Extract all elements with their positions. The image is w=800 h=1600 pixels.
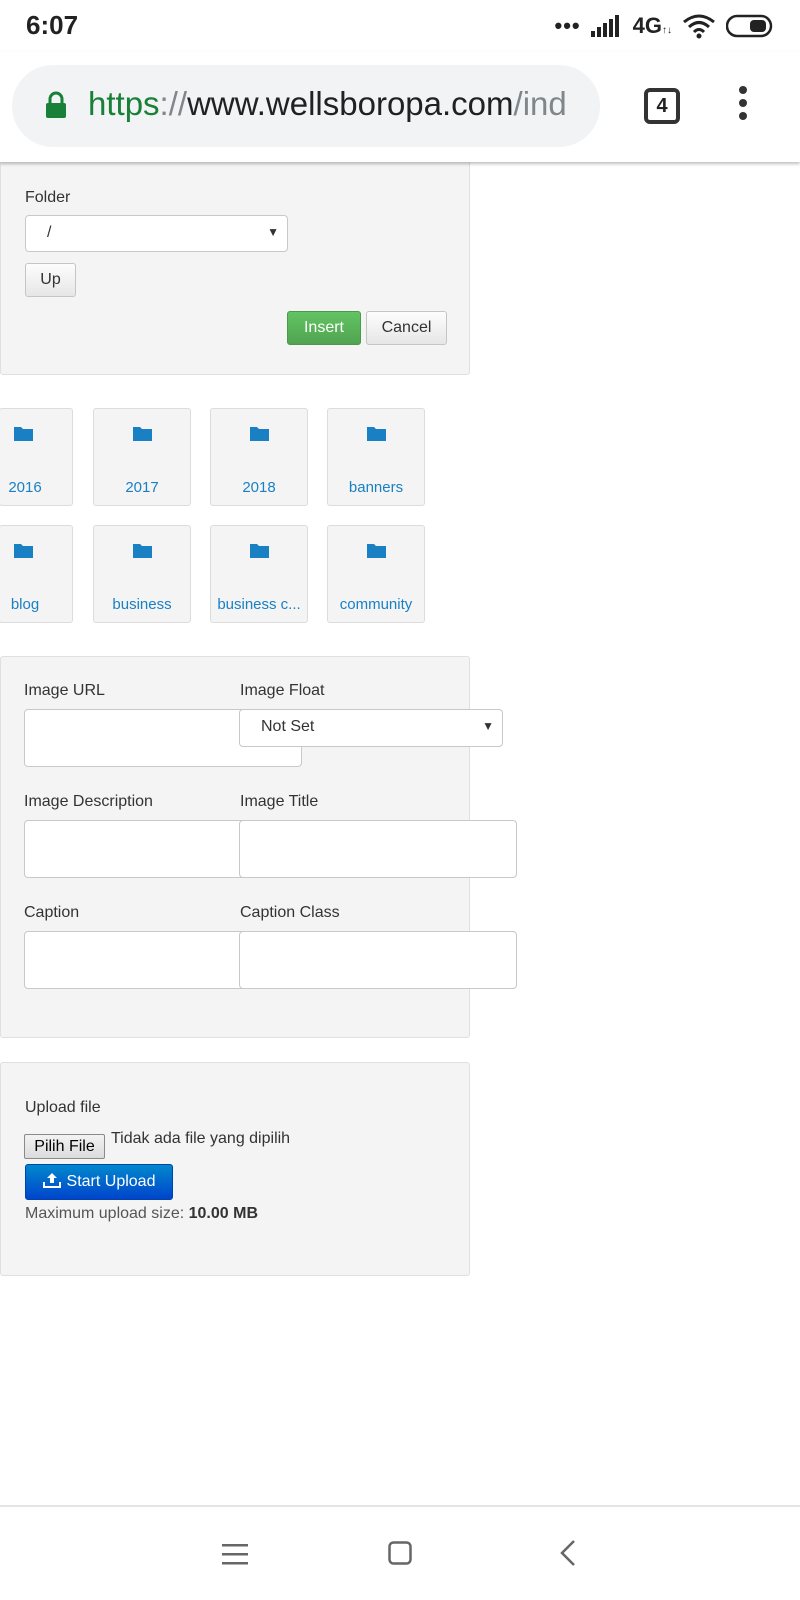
- url-text[interactable]: https://www.wellsboropa.com/ind: [88, 85, 567, 123]
- network-type: 4G↑↓: [632, 13, 672, 38]
- upload-icon: [42, 1173, 61, 1188]
- caret-down-icon: ▼: [482, 719, 494, 733]
- no-file-chosen-text: Tidak ada file yang dipilih: [111, 1130, 291, 1147]
- folder-icon: [367, 544, 386, 558]
- folder-icon: [133, 544, 152, 558]
- home-icon[interactable]: [388, 1541, 412, 1565]
- image-description-input[interactable]: [24, 820, 254, 878]
- folder-tile[interactable]: blog: [0, 525, 73, 623]
- lock-icon: [46, 91, 66, 118]
- caption-input[interactable]: [24, 931, 254, 989]
- folder-tile[interactable]: 2018: [210, 408, 308, 506]
- clock: 6:07: [26, 10, 79, 40]
- notification-dots-icon: •••: [554, 13, 581, 38]
- folder-tile[interactable]: 2017: [93, 408, 191, 506]
- choose-file-button[interactable]: Pilih File: [24, 1134, 105, 1159]
- folder-icon: [14, 544, 33, 558]
- folder-tile[interactable]: 2016: [0, 408, 73, 506]
- folder-panel: Folder / ▼ Up Insert Cancel: [0, 160, 470, 375]
- folder-label: Folder: [25, 189, 71, 206]
- max-upload-size: Maximum upload size: 10.00 MB: [25, 1205, 258, 1222]
- cancel-button[interactable]: Cancel: [366, 311, 447, 345]
- system-nav-bar: [0, 1505, 800, 1600]
- folder-tile[interactable]: business c...: [210, 525, 308, 623]
- back-icon[interactable]: [560, 1540, 576, 1566]
- folder-tile[interactable]: banners: [327, 408, 425, 506]
- folder-icon: [250, 427, 269, 441]
- signal-icon: [590, 15, 619, 37]
- folder-icon: [250, 544, 269, 558]
- status-bar: 6:07 ••• 4G↑↓: [0, 0, 800, 52]
- status-icons: ••• 4G↑↓: [555, 12, 776, 40]
- folder-select[interactable]: / ▼: [25, 215, 288, 252]
- image-float-label: Image Float: [240, 682, 325, 699]
- menu-icon[interactable]: [222, 1543, 248, 1565]
- wifi-icon: [683, 14, 715, 39]
- up-button[interactable]: Up: [25, 263, 76, 297]
- folder-icon: [14, 427, 33, 441]
- upload-panel: Upload file Tidak ada file yang dipilih …: [0, 1062, 470, 1276]
- caption-class-input[interactable]: [239, 931, 517, 989]
- upload-file-label: Upload file: [25, 1099, 101, 1116]
- folder-tile[interactable]: community: [327, 525, 425, 623]
- caption-label: Caption: [24, 904, 80, 921]
- start-upload-button[interactable]: Start Upload: [25, 1164, 173, 1200]
- image-description-label: Image Description: [24, 793, 153, 810]
- browser-toolbar: https://www.wellsboropa.com/ind 4: [0, 52, 800, 162]
- image-title-input[interactable]: [239, 820, 517, 878]
- battery-icon: [726, 14, 773, 38]
- image-title-label: Image Title: [240, 793, 319, 810]
- address-bar[interactable]: https://www.wellsboropa.com/ind: [12, 65, 600, 147]
- caret-down-icon: ▼: [267, 225, 279, 239]
- image-url-label: Image URL: [24, 682, 105, 699]
- image-float-select[interactable]: Not Set ▼: [239, 709, 503, 747]
- caption-class-label: Caption Class: [240, 904, 340, 921]
- folder-tile[interactable]: business: [93, 525, 191, 623]
- overflow-menu-icon[interactable]: [736, 86, 750, 126]
- tab-switcher-button[interactable]: 4: [644, 88, 680, 124]
- folder-icon: [367, 427, 386, 441]
- insert-button[interactable]: Insert: [287, 311, 361, 345]
- folder-icon: [133, 427, 152, 441]
